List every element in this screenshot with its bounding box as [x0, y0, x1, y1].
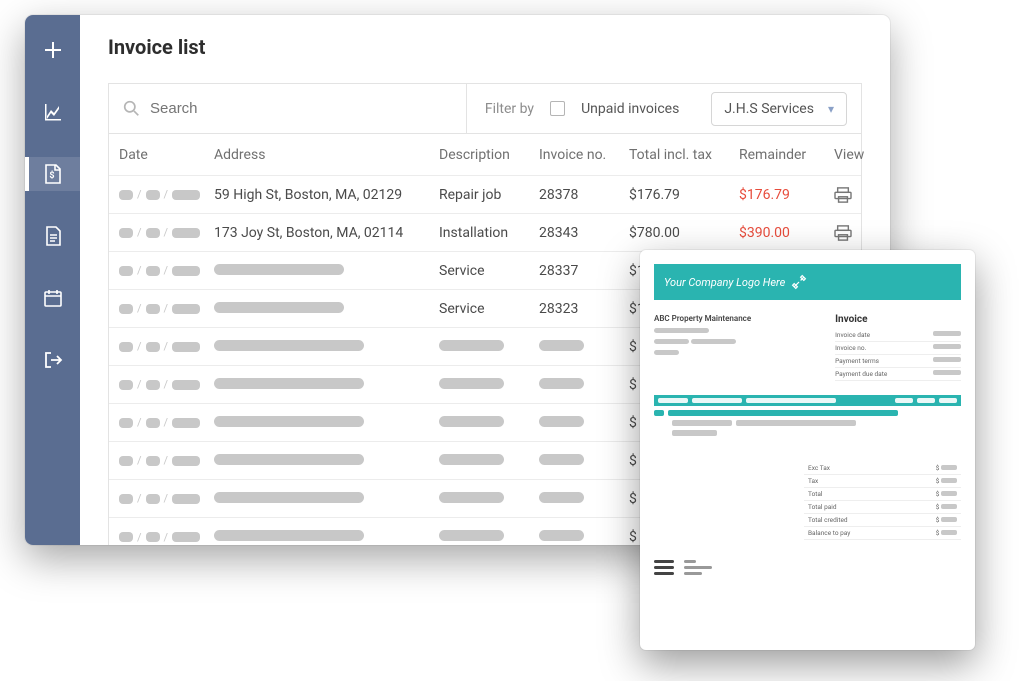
cell-total: $780.00 [629, 225, 739, 241]
table-row: // 59 High St, Boston, MA, 02129 Repair … [109, 176, 861, 214]
document-icon [44, 226, 62, 246]
search-wrap [109, 84, 467, 133]
logout-icon [43, 350, 63, 370]
cell-description: Repair job [439, 187, 539, 203]
svg-text:$: $ [49, 170, 54, 181]
cell-address [214, 301, 439, 317]
plus-icon [43, 40, 63, 60]
cell-date: // [119, 302, 214, 315]
invoice-icon: $ [44, 164, 62, 184]
cell-description: Service [439, 301, 539, 317]
view-button[interactable] [834, 187, 890, 203]
tools-icon [791, 274, 807, 290]
cell-date: // [119, 264, 214, 277]
invoice-heading: Invoice [835, 314, 961, 325]
col-address: Address [214, 147, 439, 163]
cell-date: // [119, 188, 214, 201]
table-header: Date Address Description Invoice no. Tot… [109, 134, 861, 176]
sidebar-item-calendar[interactable] [25, 281, 80, 315]
search-icon [123, 100, 140, 117]
col-description: Description [439, 147, 539, 163]
invoice-preview: Your Company Logo Here ABC Property Main… [640, 250, 975, 650]
col-date: Date [119, 147, 214, 163]
company-select[interactable]: J.H.S Services ▾ [711, 92, 847, 126]
unpaid-checkbox[interactable] [550, 101, 565, 116]
cell-description: Service [439, 263, 539, 279]
sidebar-item-invoices[interactable]: $ [25, 157, 80, 191]
sidebar-item-reports[interactable] [25, 95, 80, 129]
invoice-logo-text: Your Company Logo Here [664, 276, 785, 289]
printer-icon [834, 187, 890, 203]
page-title: Invoice list [108, 35, 862, 59]
invoice-meta: Invoice Invoice date Invoice no. Payment… [835, 314, 961, 381]
col-total: Total incl. tax [629, 147, 739, 163]
cell-address: 173 Joy St, Boston, MA, 02114 [214, 225, 439, 241]
calendar-icon [43, 288, 63, 308]
filter-by-label: Filter by [485, 101, 534, 117]
cell-date: // [119, 226, 214, 239]
chart-icon [43, 102, 63, 122]
invoice-top: ABC Property Maintenance Invoice Invoice… [654, 314, 961, 381]
cell-address [214, 263, 439, 279]
invoice-header: Your Company Logo Here [654, 264, 961, 300]
view-button[interactable] [834, 225, 890, 241]
table-row: // 173 Joy St, Boston, MA, 02114 Install… [109, 214, 861, 252]
invoice-from: ABC Property Maintenance [654, 314, 805, 381]
cell-remainder: $390.00 [739, 225, 834, 241]
cell-invoice-no: 28343 [539, 225, 629, 241]
col-view: View [834, 147, 890, 163]
sidebar-item-add[interactable] [25, 33, 80, 67]
invoice-from-name: ABC Property Maintenance [654, 314, 805, 323]
invoice-signature [654, 560, 961, 575]
col-invoice-no: Invoice no. [539, 147, 629, 163]
chevron-down-icon: ▾ [828, 102, 834, 116]
cell-invoice-no: 28378 [539, 187, 629, 203]
unpaid-label: Unpaid invoices [581, 101, 679, 117]
cell-invoice-no: 28337 [539, 263, 629, 279]
cell-invoice-no: 28323 [539, 301, 629, 317]
invoice-table-header [654, 395, 961, 406]
cell-description: Installation [439, 225, 539, 241]
cell-remainder: $176.79 [739, 187, 834, 203]
printer-icon [834, 225, 890, 241]
sidebar: $ [25, 15, 80, 545]
search-input[interactable] [150, 100, 452, 117]
invoice-totals: Exc Tax$ Tax$ Total$ Total paid$ Total c… [804, 462, 961, 540]
sidebar-item-documents[interactable] [25, 219, 80, 253]
cell-address: 59 High St, Boston, MA, 02129 [214, 187, 439, 203]
cell-total: $176.79 [629, 187, 739, 203]
col-remainder: Remainder [739, 147, 834, 163]
filter-by: Filter by Unpaid invoices [467, 84, 697, 133]
sidebar-item-logout[interactable] [25, 343, 80, 377]
filter-bar: Filter by Unpaid invoices J.H.S Services… [109, 84, 861, 134]
company-select-value: J.H.S Services [724, 101, 814, 117]
